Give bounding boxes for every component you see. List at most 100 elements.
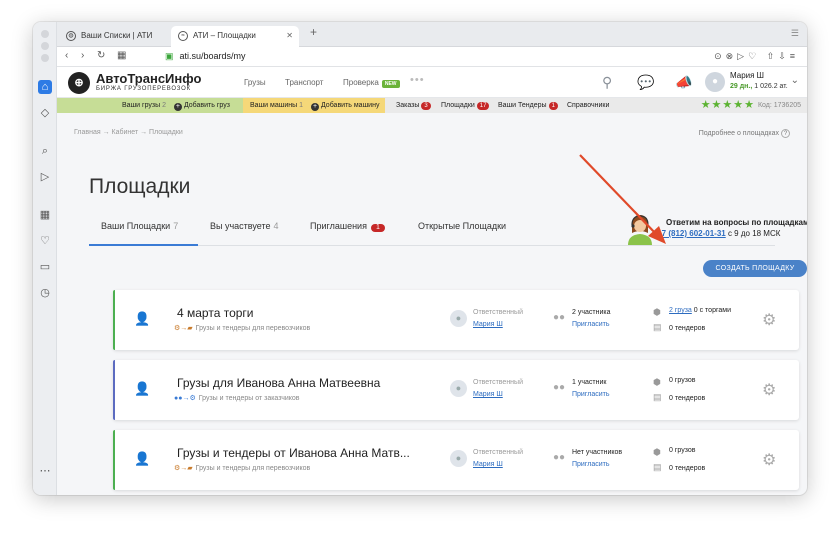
brand-subtitle: БИРЖА ГРУЗОПЕРЕВОЗОК: [96, 86, 191, 92]
responsible-link[interactable]: Мария Ш: [473, 321, 503, 328]
cargo-count: 0 грузов: [669, 377, 696, 384]
add-truck-button[interactable]: + Добавить машину: [310, 102, 379, 111]
responsible-avatar: ●: [450, 380, 467, 397]
cargo-link[interactable]: 2 груза: [669, 307, 692, 314]
main-content: Главная → Кабинет → Площадки Подробнее о…: [57, 113, 807, 495]
close-tab-icon[interactable]: ✕: [286, 26, 293, 46]
board-title[interactable]: Грузы и тендеры от Иванова Анна Матв...: [177, 446, 410, 460]
tab-boards[interactable]: ≈ АТИ – Площадки ✕: [171, 26, 299, 47]
forward-icon[interactable]: ›: [81, 50, 84, 61]
user-name[interactable]: Мария Ш: [730, 71, 764, 80]
notes-icon[interactable]: ▭: [38, 260, 52, 274]
your-trucks-link[interactable]: Ваши машины 1: [250, 102, 303, 109]
person-icon: 👤: [134, 451, 151, 466]
reload-icon[interactable]: ↻: [97, 50, 105, 61]
chevron-down-icon[interactable]: ⌄: [791, 75, 799, 86]
user-avatar[interactable]: ●: [705, 72, 725, 92]
invite-link[interactable]: Пригласить: [572, 461, 609, 468]
help-icon: ?: [781, 129, 790, 138]
add-cargo-button[interactable]: + Добавить груз: [173, 102, 230, 111]
clock-icon[interactable]: ◷: [38, 286, 52, 300]
tender-icon: ▤: [653, 322, 662, 332]
participants-icon: ●●: [553, 382, 566, 393]
site-header: ⊕ АвтоТрансИнфо БИРЖА ГРУЗОПЕРЕВОЗОК Гру…: [57, 67, 807, 98]
plus-icon: +: [310, 103, 319, 111]
board-card[interactable]: 👤 Грузы и тендеры от Иванова Анна Матв..…: [113, 430, 799, 490]
tab-menu-icon[interactable]: ☰: [791, 28, 799, 39]
responsible-label: Ответственный: [473, 309, 523, 316]
lock-icon: ▣: [165, 51, 174, 61]
tab-open-boards[interactable]: Открытые Площадки: [418, 221, 506, 231]
about-boards-link[interactable]: Подробнее о площадках?: [699, 129, 790, 138]
chat-icon[interactable]: 💬: [637, 74, 654, 91]
tiles-icon[interactable]: ▦: [117, 50, 126, 61]
person-icon: 👤: [134, 381, 151, 396]
reference-link[interactable]: Справочники: [564, 98, 612, 113]
nav-check[interactable]: Проверка NEW: [343, 78, 400, 88]
responsible-link[interactable]: Мария Ш: [473, 391, 503, 398]
url-field[interactable]: ▣ ati.su/boards/my: [165, 51, 246, 62]
search-user-icon[interactable]: ⚲: [602, 74, 612, 91]
people-to-cargo-icon: ●●→⚙: [174, 395, 196, 402]
tenders-link[interactable]: Ваши Тендеры 1: [495, 98, 561, 113]
tender-count: 0 тендеров: [669, 465, 706, 472]
globe-icon: ◍: [66, 31, 76, 41]
send-icon[interactable]: ▷: [38, 170, 52, 184]
boards-link[interactable]: Площадки 17: [438, 98, 492, 113]
tab-your-boards[interactable]: Ваши Площадки 7: [101, 221, 178, 231]
card-stripe: [113, 290, 115, 350]
shape-icon[interactable]: ◇: [38, 106, 52, 120]
responsible-link[interactable]: Мария Ш: [473, 461, 503, 468]
responsible-label: Ответственный: [473, 379, 523, 386]
board-type: ●●→⚙ Грузы и тендеры от заказчиков: [174, 395, 300, 402]
back-icon[interactable]: ‹: [65, 50, 68, 61]
breadcrumb[interactable]: Главная → Кабинет → Площадки: [74, 129, 183, 136]
gear-icon[interactable]: ⚙: [762, 310, 776, 330]
heart-icon[interactable]: ♡: [38, 234, 52, 248]
brand-name[interactable]: АвтоТрансИнфо: [96, 71, 201, 86]
cargo-box-icon: ⬢: [653, 377, 661, 387]
cargo-to-truck-icon: ⚙→▰: [174, 465, 193, 472]
home-icon[interactable]: ⌂: [38, 80, 52, 94]
board-card[interactable]: 👤 Грузы для Иванова Анна Матвеевна ●●→⚙ Г…: [113, 360, 799, 420]
tender-count: 0 тендеров: [669, 325, 706, 332]
user-balance: 29 дн., 1 026.2 ат.: [730, 83, 788, 90]
tab-bar: ◍ Ваши Списки | АТИ ≈ АТИ – Площадки ✕ +…: [57, 22, 807, 47]
tab-invitations[interactable]: Приглашения 1: [310, 221, 385, 232]
megaphone-icon[interactable]: 📣: [675, 74, 692, 91]
active-tab-indicator: [89, 244, 198, 246]
ati-logo-icon[interactable]: ⊕: [68, 72, 90, 94]
cargo-count: 0 грузов: [669, 447, 696, 454]
board-card[interactable]: 👤 4 марта торги ⚙→▰ Грузы и тендеры для п…: [113, 290, 799, 350]
more-nav-icon[interactable]: •••: [410, 74, 425, 86]
more-icon[interactable]: ⋯: [38, 464, 52, 478]
tab-lists[interactable]: ◍ Ваши Списки | АТИ: [59, 26, 169, 47]
invite-link[interactable]: Пригласить: [572, 391, 609, 398]
window-close-dot[interactable]: [41, 30, 49, 38]
phone-link[interactable]: +7 (812) 602-01-31: [657, 229, 726, 238]
invite-link[interactable]: Пригласить: [572, 321, 609, 328]
create-board-button[interactable]: СОЗДАТЬ ПЛОЩАДКУ: [703, 260, 807, 277]
grid-icon[interactable]: ▦: [38, 208, 52, 222]
window-zoom-dot[interactable]: [41, 54, 49, 62]
tab-participating[interactable]: Вы участвуете 4: [210, 221, 279, 231]
tender-icon: ▤: [653, 462, 662, 472]
your-cargo-link[interactable]: Ваши грузы 2: [122, 102, 166, 109]
nav-transport[interactable]: Транспорт: [285, 78, 323, 87]
board-title[interactable]: Грузы для Иванова Анна Матвеевна: [177, 376, 380, 390]
browser-window: ⌂ ◇ ⌕ ▷ ▦ ♡ ▭ ◷ ⋯ ◍ Ваши Списки | АТИ ≈ …: [33, 22, 807, 495]
board-title[interactable]: 4 марта торги: [177, 306, 254, 320]
help-title: Ответим на вопросы по площадкам: [666, 218, 807, 227]
search-icon[interactable]: ⌕: [38, 144, 52, 158]
gear-icon[interactable]: ⚙: [762, 450, 776, 470]
new-tab-icon[interactable]: +: [310, 25, 317, 39]
ati-favicon-icon: ≈: [178, 31, 188, 41]
toolbar-icons[interactable]: ⊙⊗▷♡ ⇧⇩≡: [714, 51, 799, 62]
window-minimize-dot[interactable]: [41, 42, 49, 50]
nav-cargo[interactable]: Грузы: [244, 78, 266, 87]
gear-icon[interactable]: ⚙: [762, 380, 776, 400]
orders-link[interactable]: Заказы 3: [393, 98, 434, 113]
tender-icon: ▤: [653, 392, 662, 402]
rating-stars[interactable]: ★★★★★: [701, 98, 755, 113]
cargo-segment: Ваши грузы 2 + Добавить груз: [57, 98, 243, 113]
